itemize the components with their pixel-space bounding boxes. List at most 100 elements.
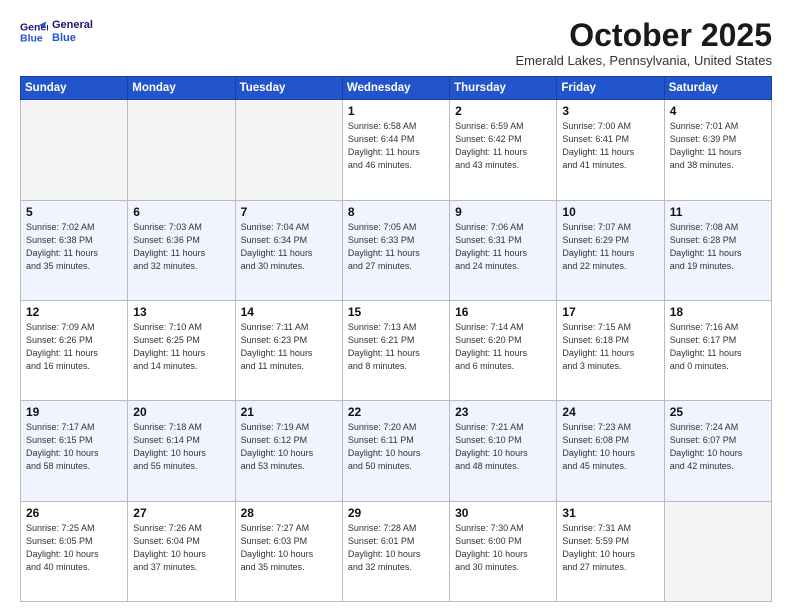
- calendar-cell: 30 Sunrise: 7:30 AM Sunset: 6:00 PM Dayli…: [450, 501, 557, 601]
- day-number: 27: [133, 506, 229, 520]
- week-row-1: 1Sunrise: 6:58 AM Sunset: 6:44 PM Daylig…: [21, 100, 772, 200]
- calendar-cell: 24Sunrise: 7:23 AM Sunset: 6:08 PM Dayli…: [557, 401, 664, 501]
- day-info: Sunrise: 7:06 AM Sunset: 6:31 PM Dayligh…: [455, 221, 551, 273]
- day-number: 29: [348, 506, 444, 520]
- calendar-cell: 14 Sunrise: 7:11 AM Sunset: 6:23 PM Dayli…: [235, 300, 342, 400]
- calendar-cell: 16 Sunrise: 7:14 AM Sunset: 6:20 PM Dayli…: [450, 300, 557, 400]
- col-header-saturday: Saturday: [664, 77, 771, 100]
- calendar-cell: 6 Sunrise: 7:03 AM Sunset: 6:36 PM Daylig…: [128, 200, 235, 300]
- calendar-cell: [235, 100, 342, 200]
- day-info: Sunrise: 7:04 AM Sunset: 6:34 PM Dayligh…: [241, 221, 337, 273]
- logo: General Blue General Blue: [20, 18, 93, 46]
- day-number: 11: [670, 205, 766, 219]
- day-number: 7: [241, 205, 337, 219]
- day-info: Sunrise: 7:14 AM Sunset: 6:20 PM Dayligh…: [455, 321, 551, 373]
- logo-general: General: [52, 19, 93, 32]
- day-info: Sunrise: 7:11 AM Sunset: 6:23 PM Dayligh…: [241, 321, 337, 373]
- calendar-cell: 19 Sunrise: 7:17 AM Sunset: 6:15 PM Dayli…: [21, 401, 128, 501]
- day-number: 6: [133, 205, 229, 219]
- day-number: 30: [455, 506, 551, 520]
- week-row-4: 19 Sunrise: 7:17 AM Sunset: 6:15 PM Dayli…: [21, 401, 772, 501]
- calendar-cell: 17 Sunrise: 7:15 AM Sunset: 6:18 PM Dayli…: [557, 300, 664, 400]
- col-header-friday: Friday: [557, 77, 664, 100]
- day-info: Sunrise: 7:27 AM Sunset: 6:03 PM Dayligh…: [241, 522, 337, 574]
- calendar-cell: [664, 501, 771, 601]
- col-header-sunday: Sunday: [21, 77, 128, 100]
- day-info: Sunrise: 7:13 AM Sunset: 6:21 PM Dayligh…: [348, 321, 444, 373]
- day-info: Sunrise: 7:03 AM Sunset: 6:36 PM Dayligh…: [133, 221, 229, 273]
- day-number: 25: [670, 405, 766, 419]
- page: General Blue General Blue October 2025 E…: [0, 0, 792, 612]
- day-info: Sunrise: 7:30 AM Sunset: 6:00 PM Dayligh…: [455, 522, 551, 574]
- calendar-cell: 22Sunrise: 7:20 AM Sunset: 6:11 PM Dayli…: [342, 401, 449, 501]
- day-info: Sunrise: 7:21 AM Sunset: 6:10 PM Dayligh…: [455, 421, 551, 473]
- day-info: Sunrise: 7:00 AM Sunset: 6:41 PM Dayligh…: [562, 120, 658, 172]
- day-number: 1: [348, 104, 444, 118]
- col-header-wednesday: Wednesday: [342, 77, 449, 100]
- day-number: 26: [26, 506, 122, 520]
- calendar-cell: 4 Sunrise: 7:01 AM Sunset: 6:39 PM Daylig…: [664, 100, 771, 200]
- calendar-cell: 21 Sunrise: 7:19 AM Sunset: 6:12 PM Dayli…: [235, 401, 342, 501]
- calendar-cell: [21, 100, 128, 200]
- week-row-2: 5 Sunrise: 7:02 AM Sunset: 6:38 PM Daylig…: [21, 200, 772, 300]
- calendar-cell: 13Sunrise: 7:10 AM Sunset: 6:25 PM Dayli…: [128, 300, 235, 400]
- day-number: 9: [455, 205, 551, 219]
- day-info: Sunrise: 7:18 AM Sunset: 6:14 PM Dayligh…: [133, 421, 229, 473]
- calendar-cell: 20Sunrise: 7:18 AM Sunset: 6:14 PM Dayli…: [128, 401, 235, 501]
- day-info: Sunrise: 7:23 AM Sunset: 6:08 PM Dayligh…: [562, 421, 658, 473]
- calendar-cell: 7 Sunrise: 7:04 AM Sunset: 6:34 PM Daylig…: [235, 200, 342, 300]
- calendar-cell: 10Sunrise: 7:07 AM Sunset: 6:29 PM Dayli…: [557, 200, 664, 300]
- header-row: SundayMondayTuesdayWednesdayThursdayFrid…: [21, 77, 772, 100]
- day-info: Sunrise: 7:25 AM Sunset: 6:05 PM Dayligh…: [26, 522, 122, 574]
- day-info: Sunrise: 6:59 AM Sunset: 6:42 PM Dayligh…: [455, 120, 551, 172]
- calendar-cell: 2 Sunrise: 6:59 AM Sunset: 6:42 PM Daylig…: [450, 100, 557, 200]
- calendar-cell: 29 Sunrise: 7:28 AM Sunset: 6:01 PM Dayli…: [342, 501, 449, 601]
- day-info: Sunrise: 7:05 AM Sunset: 6:33 PM Dayligh…: [348, 221, 444, 273]
- svg-text:Blue: Blue: [20, 33, 43, 45]
- day-number: 16: [455, 305, 551, 319]
- day-number: 22: [348, 405, 444, 419]
- day-number: 18: [670, 305, 766, 319]
- day-number: 21: [241, 405, 337, 419]
- day-number: 17: [562, 305, 658, 319]
- calendar-cell: 26 Sunrise: 7:25 AM Sunset: 6:05 PM Dayli…: [21, 501, 128, 601]
- day-number: 2: [455, 104, 551, 118]
- day-info: Sunrise: 7:16 AM Sunset: 6:17 PM Dayligh…: [670, 321, 766, 373]
- day-info: Sunrise: 7:02 AM Sunset: 6:38 PM Dayligh…: [26, 221, 122, 273]
- col-header-thursday: Thursday: [450, 77, 557, 100]
- day-info: Sunrise: 7:09 AM Sunset: 6:26 PM Dayligh…: [26, 321, 122, 373]
- day-info: Sunrise: 7:26 AM Sunset: 6:04 PM Dayligh…: [133, 522, 229, 574]
- calendar-cell: 12 Sunrise: 7:09 AM Sunset: 6:26 PM Dayli…: [21, 300, 128, 400]
- week-row-3: 12 Sunrise: 7:09 AM Sunset: 6:26 PM Dayli…: [21, 300, 772, 400]
- calendar-cell: 1Sunrise: 6:58 AM Sunset: 6:44 PM Daylig…: [342, 100, 449, 200]
- logo-blue: Blue: [52, 32, 93, 45]
- header: General Blue General Blue October 2025 E…: [20, 18, 772, 68]
- day-number: 28: [241, 506, 337, 520]
- day-number: 12: [26, 305, 122, 319]
- day-info: Sunrise: 7:01 AM Sunset: 6:39 PM Dayligh…: [670, 120, 766, 172]
- day-number: 4: [670, 104, 766, 118]
- calendar-cell: [128, 100, 235, 200]
- day-info: Sunrise: 7:28 AM Sunset: 6:01 PM Dayligh…: [348, 522, 444, 574]
- day-info: Sunrise: 7:07 AM Sunset: 6:29 PM Dayligh…: [562, 221, 658, 273]
- day-info: Sunrise: 7:15 AM Sunset: 6:18 PM Dayligh…: [562, 321, 658, 373]
- day-number: 19: [26, 405, 122, 419]
- calendar-cell: 11Sunrise: 7:08 AM Sunset: 6:28 PM Dayli…: [664, 200, 771, 300]
- day-info: Sunrise: 7:17 AM Sunset: 6:15 PM Dayligh…: [26, 421, 122, 473]
- calendar-cell: 18 Sunrise: 7:16 AM Sunset: 6:17 PM Dayli…: [664, 300, 771, 400]
- calendar-cell: 31Sunrise: 7:31 AM Sunset: 5:59 PM Dayli…: [557, 501, 664, 601]
- week-row-5: 26 Sunrise: 7:25 AM Sunset: 6:05 PM Dayli…: [21, 501, 772, 601]
- calendar-cell: 28 Sunrise: 7:27 AM Sunset: 6:03 PM Dayli…: [235, 501, 342, 601]
- day-number: 23: [455, 405, 551, 419]
- calendar-cell: 8 Sunrise: 7:05 AM Sunset: 6:33 PM Daylig…: [342, 200, 449, 300]
- day-info: Sunrise: 7:19 AM Sunset: 6:12 PM Dayligh…: [241, 421, 337, 473]
- calendar-cell: 3Sunrise: 7:00 AM Sunset: 6:41 PM Daylig…: [557, 100, 664, 200]
- day-number: 14: [241, 305, 337, 319]
- day-info: Sunrise: 7:31 AM Sunset: 5:59 PM Dayligh…: [562, 522, 658, 574]
- col-header-monday: Monday: [128, 77, 235, 100]
- day-number: 8: [348, 205, 444, 219]
- logo-icon: General Blue: [20, 18, 48, 46]
- day-number: 13: [133, 305, 229, 319]
- day-number: 15: [348, 305, 444, 319]
- day-number: 5: [26, 205, 122, 219]
